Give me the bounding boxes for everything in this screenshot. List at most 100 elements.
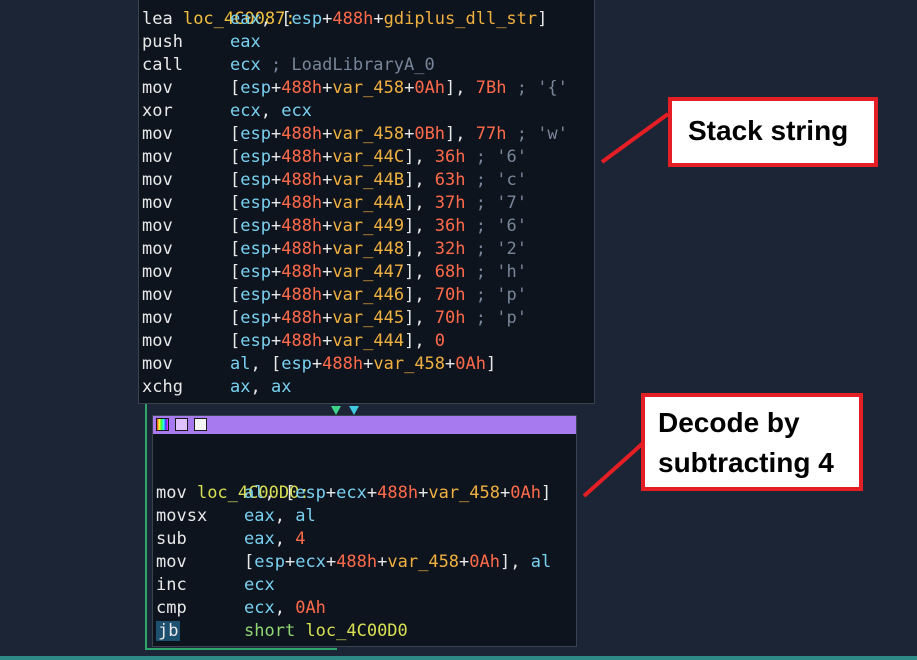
instruction-line[interactable]: mov [esp+488h+var_445], 70h ; 'p'	[142, 307, 527, 330]
operand-num[interactable]: 488h	[281, 147, 322, 167]
mnemonic[interactable]: lea	[142, 8, 230, 31]
mnemonic[interactable]: jb	[156, 620, 244, 643]
operand-reg[interactable]: esp	[240, 193, 271, 213]
operand-num[interactable]: 70h	[435, 308, 466, 328]
instruction-line[interactable]: mov [esp+488h+var_458+0Ah], 7Bh ; '{'	[142, 77, 568, 100]
operand-reg[interactable]: eax	[230, 9, 261, 29]
instruction-line[interactable]: xchg ax, ax	[142, 376, 291, 399]
instruction-line[interactable]: sub eax, 4	[156, 528, 305, 551]
operand-num[interactable]: 488h	[281, 308, 322, 328]
instruction-line[interactable]: mov [esp+488h+var_458+0Bh], 77h ; 'w'	[142, 123, 568, 146]
mnemonic[interactable]: mov	[142, 330, 230, 353]
operand-reg[interactable]: ecx	[230, 101, 261, 121]
operand-var[interactable]: var_458	[332, 124, 404, 144]
operand-num[interactable]: 488h	[281, 285, 322, 305]
operand-reg[interactable]: esp	[281, 354, 312, 374]
mnemonic[interactable]: mov	[142, 307, 230, 330]
operand-var[interactable]: var_44A	[332, 193, 404, 213]
mnemonic[interactable]: mov	[142, 146, 230, 169]
instruction-line[interactable]: xor ecx, ecx	[142, 100, 312, 123]
mnemonic[interactable]: xchg	[142, 376, 230, 399]
operand-num[interactable]: 488h	[322, 354, 363, 374]
operand-var[interactable]: gdiplus_dll_str	[384, 9, 538, 29]
operand-var[interactable]: var_449	[332, 216, 404, 236]
operand-reg[interactable]: eax	[244, 529, 275, 549]
operand-kw[interactable]: short	[244, 621, 305, 641]
operand-num[interactable]: 0Ah	[414, 78, 445, 98]
mnemonic[interactable]: xor	[142, 100, 230, 123]
operand-reg[interactable]: esp	[291, 9, 322, 29]
operand-num[interactable]: 7Bh	[476, 78, 507, 98]
operand-reg[interactable]: ecx	[336, 483, 367, 503]
operand-num[interactable]: 4	[295, 529, 305, 549]
mnemonic[interactable]: sub	[156, 528, 244, 551]
operand-num[interactable]: 488h	[377, 483, 418, 503]
edit-icon[interactable]	[175, 418, 188, 431]
operand-num[interactable]: 63h	[435, 170, 466, 190]
operand-num[interactable]: 488h	[281, 124, 322, 144]
operand-reg[interactable]: eax	[244, 506, 275, 526]
operand-num[interactable]: 77h	[476, 124, 507, 144]
operand-num[interactable]: 488h	[281, 262, 322, 282]
instruction-line[interactable]: jb short loc_4C00D0	[156, 620, 408, 643]
operand-reg[interactable]: al	[230, 354, 250, 374]
operand-reg[interactable]: eax	[230, 32, 261, 52]
operand-num[interactable]: 68h	[435, 262, 466, 282]
operand-reg[interactable]: esp	[240, 78, 271, 98]
operand-num[interactable]: 0Ah	[510, 483, 541, 503]
mnemonic[interactable]: mov	[142, 353, 230, 376]
instruction-line[interactable]: mov al, [esp+488h+var_458+0Ah]	[142, 353, 496, 376]
color-palette-icon[interactable]	[156, 418, 169, 431]
mnemonic[interactable]: mov	[142, 123, 230, 146]
mnemonic[interactable]: mov	[142, 77, 230, 100]
operand-var[interactable]: var_447	[332, 262, 404, 282]
operand-reg[interactable]: ecx	[281, 101, 312, 121]
instruction-line[interactable]: inc ecx	[156, 574, 275, 597]
mnemonic[interactable]: mov	[142, 238, 230, 261]
operand-reg[interactable]: al	[531, 552, 551, 572]
graph-icon[interactable]	[194, 418, 207, 431]
operand-num[interactable]: 70h	[435, 285, 466, 305]
operand-num[interactable]: 36h	[435, 147, 466, 167]
operand-reg[interactable]: esp	[240, 124, 271, 144]
mnemonic[interactable]: call	[142, 54, 230, 77]
mnemonic[interactable]: mov	[142, 215, 230, 238]
operand-num[interactable]: 0Ah	[469, 552, 500, 572]
mnemonic[interactable]: mov	[156, 482, 244, 505]
operand-reg[interactable]: esp	[295, 483, 326, 503]
operand-reg[interactable]: ecx	[230, 55, 261, 75]
operand-num[interactable]: 0	[435, 331, 445, 351]
operand-num[interactable]: 488h	[281, 78, 322, 98]
instruction-line[interactable]: mov [esp+488h+var_444], 0	[142, 330, 445, 353]
instruction-line[interactable]: mov [esp+ecx+488h+var_458+0Ah], al	[156, 551, 551, 574]
operand-reg[interactable]: esp	[240, 308, 271, 328]
mnemonic[interactable]: movsx	[156, 505, 244, 528]
operand-var[interactable]: var_458	[373, 354, 445, 374]
instruction-line[interactable]: mov [esp+488h+var_449], 36h ; '6'	[142, 215, 527, 238]
mnemonic[interactable]: mov	[142, 192, 230, 215]
mnemonic[interactable]: cmp	[156, 597, 244, 620]
mnemonic[interactable]: mov	[156, 551, 244, 574]
operand-num[interactable]: 488h	[281, 170, 322, 190]
instruction-line[interactable]: mov [esp+488h+var_44A], 37h ; '7'	[142, 192, 527, 215]
block1-label[interactable]: loc_4C0087:	[142, 0, 296, 29]
operand-var[interactable]: var_44B	[332, 170, 404, 190]
operand-reg[interactable]: al	[295, 506, 315, 526]
operand-reg[interactable]: esp	[240, 262, 271, 282]
mnemonic[interactable]: mov	[142, 261, 230, 284]
mnemonic[interactable]: mov	[142, 284, 230, 307]
operand-var[interactable]: var_458	[428, 483, 500, 503]
operand-reg[interactable]: al	[244, 483, 264, 503]
operand-reg[interactable]: ax	[271, 377, 291, 397]
block2-label[interactable]: loc_4C00D0:	[156, 459, 310, 503]
operand-reg[interactable]: esp	[240, 170, 271, 190]
operand-reg[interactable]: ecx	[244, 598, 275, 618]
operand-num[interactable]: 488h	[281, 239, 322, 259]
instruction-line[interactable]: mov [esp+488h+var_448], 32h ; '2'	[142, 238, 527, 261]
operand-var[interactable]: var_458	[387, 552, 459, 572]
instruction-line[interactable]: mov [esp+488h+var_446], 70h ; 'p'	[142, 284, 527, 307]
operand-num[interactable]: 32h	[435, 239, 466, 259]
operand-reg[interactable]: ax	[230, 377, 250, 397]
mnemonic[interactable]: inc	[156, 574, 244, 597]
operand-var[interactable]: var_448	[332, 239, 404, 259]
